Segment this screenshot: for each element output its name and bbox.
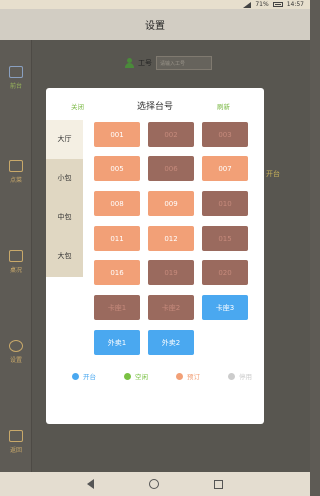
legend-item-disabled: 停用 [228,371,252,381]
table-button[interactable]: 012 [148,226,194,251]
legend-item-open: 开台 [72,371,96,381]
tab-small-room[interactable]: 小包 [46,159,83,198]
table-button[interactable]: 卡座1 [94,295,140,320]
tab-medium-room[interactable]: 中包 [46,198,83,237]
sidebar-item-label: 点菜 [9,177,22,184]
table-button[interactable]: 外卖2 [148,330,194,355]
page-title: 设置 [145,21,165,32]
status-dot-icon [124,372,131,380]
select-table-dialog: 关闭 选择台号 刷新 大厅 小包 中包 大包 001 002 003 005 0… [46,88,264,424]
status-bar: 71% 14:57 [0,0,310,9]
legend-item-reserved: 预订 [176,371,200,381]
table-button[interactable]: 外卖1 [94,330,140,355]
return-icon [9,430,23,442]
legend-label: 空闲 [135,373,148,381]
status-legend: 开台 空闲 预订 停用 [72,371,252,381]
table-button[interactable]: 卡座3 [202,295,248,320]
legend-label: 开台 [83,373,96,381]
sidebar-item-label: 桌况 [9,267,22,274]
open-table-hint: 开台 [266,170,280,178]
status-dot-icon [72,372,79,380]
cashier-icon [9,66,23,78]
back-icon[interactable] [87,479,95,489]
employee-number-label: 工号 [138,59,152,67]
table-button[interactable]: 009 [148,191,194,216]
system-nav-bar [0,472,310,496]
dialog-title: 选择台号 [136,102,173,112]
sidebar-item-settings[interactable]: 设置 [0,340,32,364]
sidebar-item-front[interactable]: 前台 [0,66,32,90]
area-tabs: 大厅 小包 中包 大包 [46,120,83,277]
dish-icon [9,160,23,172]
sidebar-item-tables[interactable]: 桌况 [0,250,32,274]
table-button[interactable]: 010 [202,191,248,216]
table-button[interactable]: 019 [148,260,194,285]
table-button[interactable]: 001 [94,122,140,147]
clock: 14:57 [286,1,304,8]
tab-large-room[interactable]: 大包 [46,237,83,276]
sidebar-item-label: 前台 [9,83,22,90]
table-button[interactable]: 卡座2 [148,295,194,320]
battery-text: 71% [255,1,269,8]
table-button[interactable]: 003 [202,122,248,147]
employee-number-input[interactable]: 请输入工号 [156,56,212,70]
signal-icon [243,1,252,8]
table-icon [9,250,23,262]
table-button[interactable]: 007 [202,156,248,181]
gear-icon [9,340,23,352]
table-button[interactable]: 005 [94,156,140,181]
sidebar: 前台 点菜 桌况 设置 返回 [0,40,32,472]
table-button[interactable]: 008 [94,191,140,216]
person-icon [125,58,134,68]
tab-hall[interactable]: 大厅 [46,120,83,159]
dialog-header: 关闭 选择台号 刷新 [46,88,264,120]
table-button[interactable]: 011 [94,226,140,251]
app-header: 设置 [0,9,310,40]
battery-icon [272,2,283,7]
employee-number-row: 工号 请输入工号 [125,56,212,70]
sidebar-item-label: 返回 [9,447,22,454]
table-button[interactable]: 015 [202,226,248,251]
table-button[interactable]: 016 [94,260,140,285]
sidebar-item-return[interactable]: 返回 [0,430,32,454]
table-button[interactable]: 002 [148,122,194,147]
legend-label: 预订 [187,373,200,381]
legend-item-free: 空闲 [124,371,148,381]
table-button[interactable]: 020 [202,260,248,285]
legend-label: 停用 [239,373,252,381]
refresh-button[interactable]: 刷新 [217,101,230,111]
table-button[interactable]: 006 [148,156,194,181]
sidebar-item-label: 设置 [9,357,22,364]
sidebar-item-order[interactable]: 点菜 [0,160,32,184]
home-icon[interactable] [148,479,159,489]
recent-apps-icon[interactable] [213,479,223,489]
status-dot-icon [228,372,235,380]
status-dot-icon [176,372,183,380]
